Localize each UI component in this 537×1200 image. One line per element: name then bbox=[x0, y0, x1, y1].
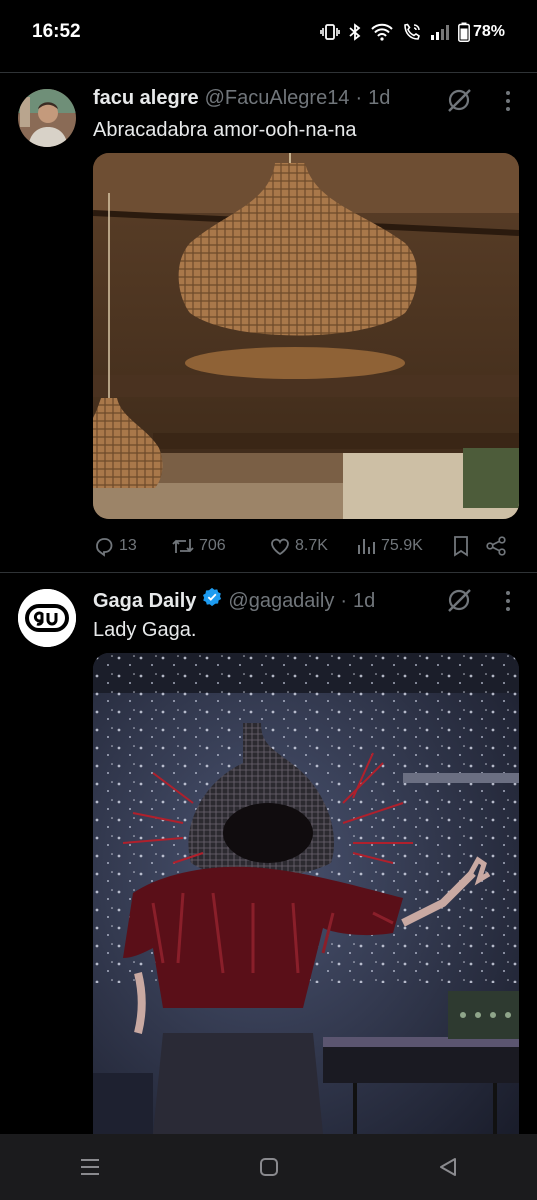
recent-apps-button[interactable] bbox=[60, 1147, 120, 1187]
battery-level: 78% bbox=[472, 23, 505, 40]
wicker-lamp-photo bbox=[93, 153, 519, 519]
battery-icon bbox=[458, 22, 470, 42]
lady-gaga-photo bbox=[93, 653, 519, 1134]
tweet-header: Gaga Daily @gagadaily · 1d bbox=[93, 587, 375, 613]
vibrate-icon bbox=[320, 24, 340, 40]
divider bbox=[0, 72, 537, 73]
verified-badge-icon[interactable] bbox=[202, 587, 222, 607]
home-button[interactable] bbox=[239, 1147, 299, 1187]
tweet-image-wicker-lamp[interactable] bbox=[93, 153, 519, 519]
share-icon bbox=[486, 536, 506, 556]
grok-icon[interactable] bbox=[444, 585, 474, 615]
status-icons: 78% bbox=[320, 22, 505, 42]
avatar[interactable] bbox=[18, 589, 76, 647]
recent-apps-icon bbox=[80, 1159, 99, 1175]
avatar-photo bbox=[18, 89, 76, 147]
bookmark-icon bbox=[454, 536, 468, 557]
handle[interactable]: @FacuAlegre14 bbox=[205, 87, 350, 110]
reply-count: 13 bbox=[119, 537, 137, 554]
like-button[interactable]: 8.7K bbox=[269, 535, 355, 557]
handle[interactable]: @gagadaily bbox=[228, 590, 334, 613]
battery: 78% bbox=[458, 22, 505, 42]
views-button[interactable]: 75.9K bbox=[355, 535, 451, 557]
system-navigation-bar bbox=[0, 1134, 537, 1200]
status-bar: 16:52 78% bbox=[0, 0, 537, 64]
tweet-text: Lady Gaga. bbox=[93, 619, 197, 641]
avatar[interactable] bbox=[18, 89, 76, 147]
reply-button[interactable]: 13 bbox=[93, 535, 171, 557]
signal-icon bbox=[430, 25, 449, 40]
tweet-image-lady-gaga[interactable] bbox=[93, 653, 519, 1134]
tweet-text: Abracadabra amor-ooh-na-na bbox=[93, 119, 357, 141]
status-time: 16:52 bbox=[32, 21, 81, 42]
separator-dot: · bbox=[340, 590, 347, 612]
grok-icon[interactable] bbox=[444, 85, 474, 115]
more-options-icon[interactable] bbox=[498, 589, 518, 613]
views-icon bbox=[358, 539, 375, 554]
back-icon bbox=[439, 1158, 456, 1176]
tweet-header: facu alegre @FacuAlegre14 · 1d bbox=[93, 87, 390, 110]
bookmark-button[interactable] bbox=[451, 535, 485, 557]
home-icon bbox=[259, 1158, 278, 1176]
wifi-calling-icon bbox=[404, 23, 420, 40]
timestamp[interactable]: 1d bbox=[368, 87, 390, 110]
display-name[interactable]: facu alegre bbox=[93, 87, 199, 110]
bluetooth-icon bbox=[349, 23, 361, 41]
retweet-button[interactable]: 706 bbox=[171, 535, 269, 557]
more-options-icon[interactable] bbox=[498, 89, 518, 113]
display-name[interactable]: Gaga Daily bbox=[93, 590, 196, 613]
separator-dot: · bbox=[355, 87, 363, 109]
timestamp[interactable]: 1d bbox=[353, 590, 375, 613]
tweet-actions: 13 706 8.7K 75.9K bbox=[93, 531, 519, 561]
like-count: 8.7K bbox=[295, 537, 328, 554]
retweet-icon bbox=[172, 539, 194, 553]
gaga-daily-logo bbox=[18, 589, 76, 647]
heart-icon bbox=[271, 538, 289, 556]
divider bbox=[0, 572, 537, 573]
view-count: 75.9K bbox=[381, 537, 423, 554]
wifi-icon bbox=[371, 23, 393, 41]
reply-icon bbox=[96, 538, 113, 557]
share-button[interactable] bbox=[485, 535, 511, 557]
retweet-count: 706 bbox=[199, 537, 226, 554]
back-button[interactable] bbox=[418, 1147, 478, 1187]
